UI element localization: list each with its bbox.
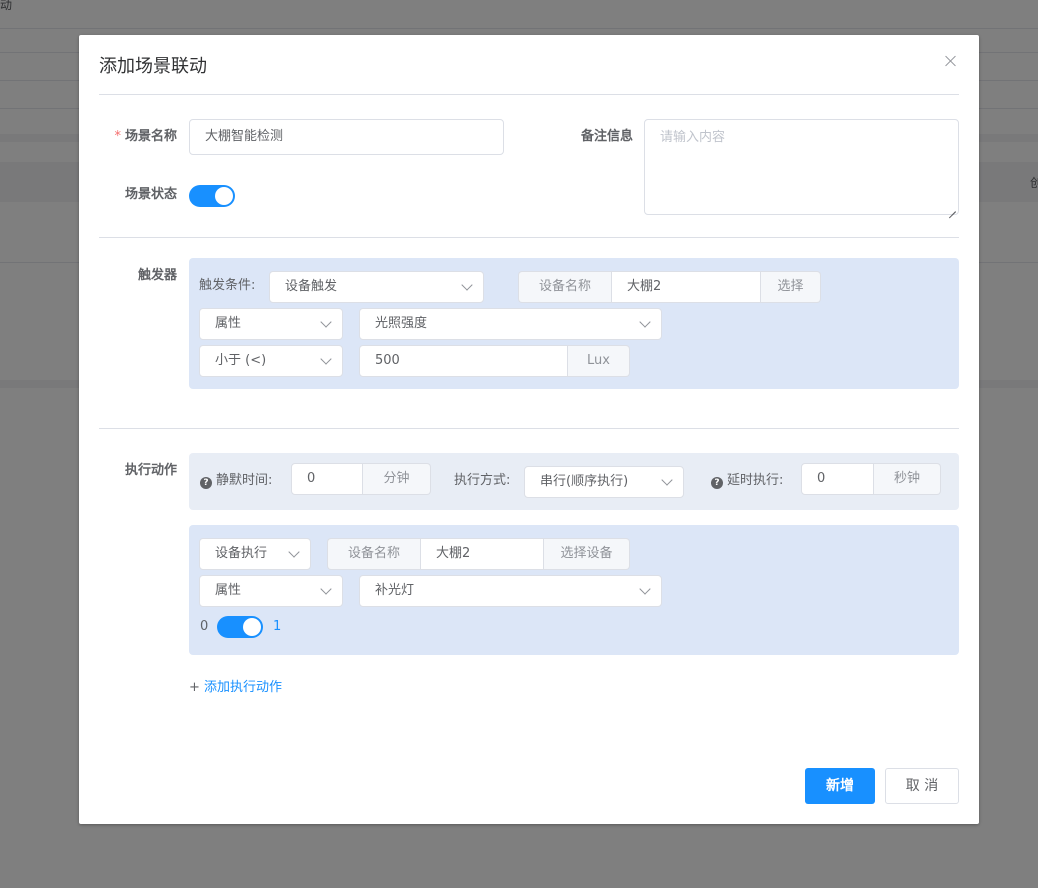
action-attr-type-select[interactable]: 属性 [199, 575, 343, 607]
trigger-attr-value: 光照强度 [375, 316, 428, 331]
delay-label: ? 延时执行: [711, 471, 783, 491]
cancel-button[interactable]: 取 消 [885, 768, 959, 804]
scene-name-label-text: 场景名称 [124, 129, 177, 144]
chevron-down-icon [320, 353, 332, 365]
switch-on-label: 1 [273, 619, 282, 634]
delay-group: 0 秒钟 [801, 463, 941, 495]
section-divider [99, 237, 959, 238]
chevron-down-icon [320, 583, 332, 595]
trigger-threshold-group: 500 Lux [359, 345, 630, 377]
silent-time-input[interactable]: 0 [291, 463, 363, 495]
delay-input[interactable]: 0 [801, 463, 874, 495]
trigger-device-input[interactable]: 大棚2 [611, 271, 761, 303]
add-scene-dialog: 添加场景联动 * 场景名称 大棚智能检测 备注信息 请输入内容 场景状态 触发器 … [79, 35, 979, 824]
chevron-down-icon [661, 474, 673, 486]
section-divider [99, 428, 959, 429]
scene-name-input[interactable]: 大棚智能检测 [189, 119, 504, 155]
scene-name-label: * 场景名称 [109, 127, 177, 147]
trigger-label: 触发器 [137, 268, 177, 283]
switch-knob [215, 187, 233, 205]
silent-time-label-text: 静默时间: [216, 473, 273, 488]
scene-status-label: 场景状态 [124, 187, 177, 202]
chevron-down-icon [320, 316, 332, 328]
add-action-link-text: 添加执行动作 [204, 680, 283, 695]
trigger-condition-select[interactable]: 设备触发 [269, 271, 484, 303]
action-attr-value: 补光灯 [375, 583, 415, 598]
chevron-down-icon [639, 583, 651, 595]
title-divider [99, 94, 959, 95]
trigger-device-select-button[interactable]: 选择 [761, 271, 821, 303]
trigger-panel: 触发条件: 设备触发 设备名称 大棚2 选择 属性 光照强度 小于 (<) 50… [189, 258, 959, 389]
action-type-value: 设备执行 [215, 546, 268, 561]
action-device-input[interactable]: 大棚2 [420, 538, 544, 570]
action-type-select[interactable]: 设备执行 [199, 538, 311, 570]
exec-mode-select[interactable]: 串行(顺序执行) [524, 466, 684, 498]
action-settings-panel: ? 静默时间: 0 分钟 执行方式: 串行(顺序执行) ? 延时执行: 0 秒钟 [189, 453, 959, 510]
action-device-select-button[interactable]: 选择设备 [544, 538, 630, 570]
plus-icon: + [189, 680, 200, 695]
delay-unit: 秒钟 [874, 463, 941, 495]
trigger-condition-value: 设备触发 [285, 279, 338, 294]
question-circle-icon[interactable]: ? [200, 477, 212, 489]
trigger-threshold-unit: Lux [568, 345, 630, 377]
delay-label-text: 延时执行: [727, 473, 784, 488]
trigger-operator-select[interactable]: 小于 (<) [199, 345, 343, 377]
silent-time-group: 0 分钟 [291, 463, 431, 495]
scene-status-switch[interactable] [189, 185, 235, 207]
switch-knob [243, 618, 261, 636]
remark-label: 备注信息 [580, 129, 633, 144]
add-action-link[interactable]: + 添加执行动作 [189, 678, 282, 698]
trigger-device-prefix: 设备名称 [518, 271, 611, 303]
action-label: 执行动作 [124, 463, 177, 478]
remark-textarea[interactable]: 请输入内容 [644, 119, 959, 215]
action-attr-select[interactable]: 补光灯 [359, 575, 662, 607]
remark-placeholder: 请输入内容 [660, 130, 726, 145]
silent-time-unit: 分钟 [363, 463, 431, 495]
trigger-attr-type-value: 属性 [215, 316, 242, 331]
trigger-operator-value: 小于 (<) [215, 353, 267, 368]
exec-mode-label: 执行方式: [454, 473, 511, 488]
trigger-device-group: 设备名称 大棚2 选择 [518, 271, 821, 303]
trigger-attr-select[interactable]: 光照强度 [359, 308, 662, 340]
action-device-prefix: 设备名称 [327, 538, 420, 570]
required-mark: * [114, 129, 121, 144]
action-item-panel: 设备执行 设备名称 大棚2 选择设备 属性 补光灯 0 1 [189, 525, 959, 655]
exec-mode-value: 串行(顺序执行) [540, 474, 629, 489]
action-attr-type-value: 属性 [215, 583, 242, 598]
chevron-down-icon [461, 279, 473, 291]
dialog-title: 添加场景联动 [99, 56, 207, 77]
chevron-down-icon [639, 316, 651, 328]
action-device-group: 设备名称 大棚2 选择设备 [327, 538, 630, 570]
action-value-switch[interactable] [217, 616, 263, 638]
submit-button[interactable]: 新增 [805, 768, 875, 804]
switch-off-label: 0 [200, 619, 209, 634]
trigger-attr-type-select[interactable]: 属性 [199, 308, 343, 340]
silent-time-label: ? 静默时间: [200, 471, 272, 491]
trigger-threshold-input[interactable]: 500 [359, 345, 568, 377]
close-icon[interactable] [943, 53, 959, 69]
trigger-condition-label: 触发条件: [199, 278, 256, 293]
resize-handle-icon[interactable] [948, 204, 956, 212]
question-circle-icon[interactable]: ? [711, 477, 723, 489]
chevron-down-icon [288, 546, 300, 558]
